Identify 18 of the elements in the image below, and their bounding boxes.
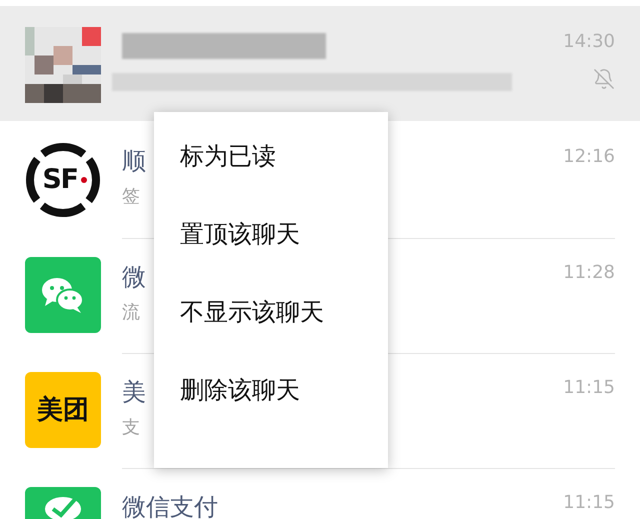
chat-name: 微 — [122, 262, 146, 293]
logo-text: SF — [42, 165, 78, 195]
menu-item[interactable]: 不显示该聊天 — [154, 296, 388, 374]
chat-name: 微信支付 — [122, 492, 218, 519]
menu-item[interactable]: 标为已读 — [154, 140, 388, 218]
menu-item[interactable]: 置顶该聊天 — [154, 218, 388, 296]
chat-time: 14:30 — [563, 30, 615, 54]
chat-name: 美 — [122, 377, 146, 408]
chat-preview: 支 — [122, 416, 140, 440]
chat-preview: 签 — [122, 185, 140, 209]
chat-preview: 流 — [122, 301, 140, 325]
logo-text: 美团 — [37, 394, 89, 426]
chat-time: 11:15 — [563, 491, 615, 515]
chat-time: 11:28 — [563, 261, 615, 285]
chat-name: 顺 — [122, 146, 146, 177]
chat-time: 12:16 — [563, 145, 615, 169]
menu-item[interactable]: 删除该聊天 — [154, 374, 388, 452]
chat-time: 11:15 — [563, 376, 615, 400]
